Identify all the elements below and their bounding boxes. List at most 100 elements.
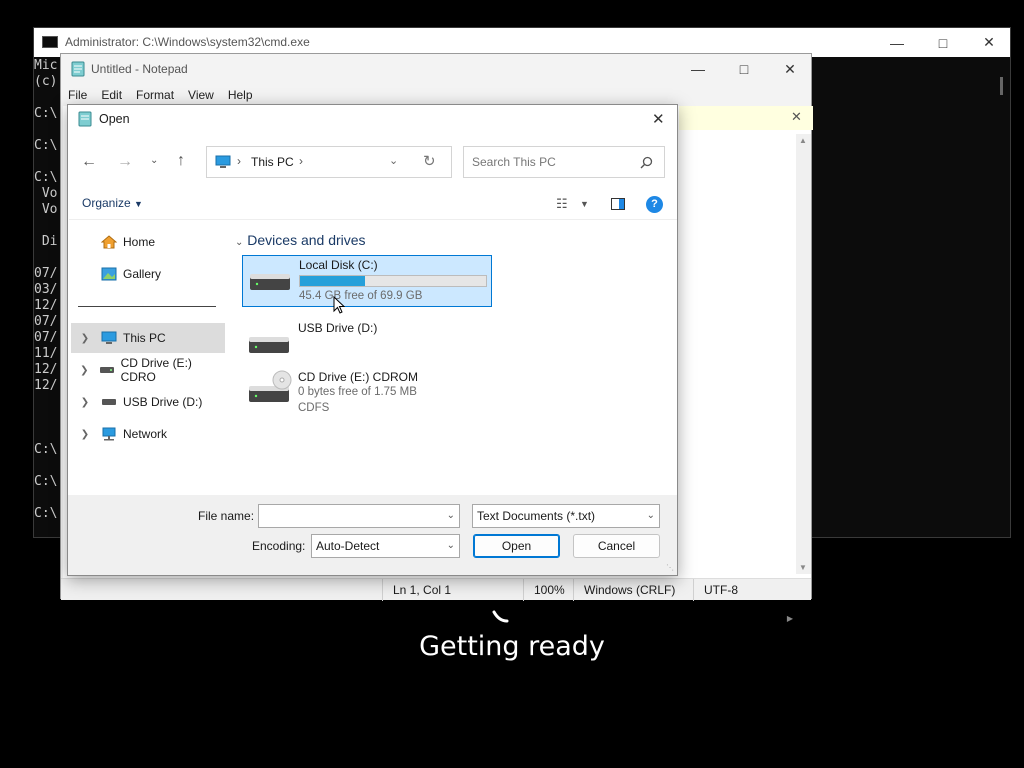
expand-chevron-icon[interactable]: ❯ (71, 365, 98, 376)
cd-drive-icon (98, 365, 117, 375)
close-icon[interactable]: ✕ (652, 110, 665, 128)
vertical-scrollbar[interactable]: ▲ ▼ (796, 134, 811, 574)
close-icon[interactable]: ✕ (966, 28, 1012, 57)
cmd-scrollbar[interactable] (1000, 77, 1003, 95)
chevron-down-icon[interactable]: ⌄ (447, 535, 455, 557)
menu-view[interactable]: View (181, 84, 221, 106)
network-icon (99, 427, 119, 441)
computer-icon (215, 155, 231, 168)
breadcrumb-chevron-icon[interactable]: › (299, 154, 303, 168)
refresh-icon[interactable]: ↻ (423, 152, 436, 170)
drive-filesystem: CDFS (298, 402, 330, 414)
address-bar[interactable]: › This PC › ⌄ ↻ (206, 146, 452, 178)
notepad-menu-bar: File Edit Format View Help (61, 84, 811, 106)
usb-drive-icon (99, 397, 119, 407)
nav-label-cd-drive: CD Drive (E:) CDRO (120, 356, 192, 384)
menu-help[interactable]: Help (221, 84, 260, 106)
expand-chevron-icon[interactable]: ❯ (71, 333, 99, 344)
menu-file[interactable]: File (61, 84, 94, 106)
nav-item-network[interactable]: ❯ Network (71, 419, 225, 449)
breadcrumb-this-pc[interactable]: This PC (251, 155, 294, 169)
encoding-label: Encoding: (252, 539, 306, 553)
drive-item-local-disk[interactable]: Local Disk (C:) 45.4 GB free of 69.9 GB (242, 255, 492, 307)
close-icon[interactable]: ✕ (791, 109, 802, 125)
file-type-select[interactable]: Text Documents (*.txt) ⌄ (472, 504, 660, 528)
breadcrumb-separator-icon: › (237, 154, 241, 168)
organize-label: Organize (82, 196, 131, 210)
help-icon[interactable]: ? (646, 196, 663, 213)
file-name-input[interactable]: ⌄ (258, 504, 460, 528)
menu-format[interactable]: Format (129, 84, 181, 106)
dialog-title-bar: Open ✕ (68, 105, 677, 133)
status-encoding: UTF-8 (693, 579, 813, 601)
nav-item-cd-drive[interactable]: ❯ CD Drive (E:) CDRO (71, 355, 225, 385)
nav-label-home: Home (123, 235, 156, 249)
menu-edit[interactable]: Edit (94, 84, 129, 106)
drive-space: 45.4 GB free of 69.9 GB (299, 290, 423, 302)
notepad-app-icon (78, 111, 92, 127)
getting-ready-text: Getting ready (419, 631, 605, 662)
chevron-down-icon[interactable]: ⌄ (447, 505, 455, 527)
horizontal-scrollbar[interactable]: ▶ (673, 614, 793, 628)
maximize-icon[interactable]: □ (920, 28, 966, 57)
expand-chevron-icon[interactable]: ❯ (71, 397, 99, 408)
drive-space: 0 bytes free of 1.75 MB (298, 386, 417, 398)
up-arrow-icon[interactable]: ↑ (177, 152, 185, 170)
file-name-label: File name: (198, 509, 255, 523)
search-box[interactable]: Search This PC (463, 146, 665, 178)
collapse-chevron-icon[interactable]: ⌄ (235, 237, 243, 248)
minimize-icon[interactable]: — (675, 54, 721, 84)
forward-arrow-icon[interactable]: → (117, 153, 133, 171)
nav-item-this-pc[interactable]: ❯ This PC (71, 323, 225, 353)
scroll-right-icon[interactable]: ▶ (787, 614, 793, 623)
search-icon[interactable] (640, 156, 653, 169)
cd-drive-icon (249, 370, 292, 402)
cmd-title: Administrator: C:\Windows\system32\cmd.e… (65, 35, 310, 49)
status-position: Ln 1, Col 1 (382, 579, 523, 601)
encoding-select[interactable]: Auto-Detect ⌄ (311, 534, 460, 558)
maximize-icon[interactable]: □ (721, 54, 767, 84)
organize-menu[interactable]: Organize ▼ (82, 196, 143, 210)
nav-item-usb-drive[interactable]: ❯ USB Drive (D:) (71, 387, 225, 417)
expand-chevron-icon[interactable]: ❯ (71, 429, 99, 440)
mouse-cursor-icon (333, 296, 345, 314)
drive-name: Local Disk (C:) (299, 258, 378, 272)
drive-name: USB Drive (D:) (298, 321, 378, 335)
drive-item-cd[interactable]: CD Drive (E:) CDROM 0 bytes free of 1.75… (242, 368, 492, 420)
group-label: Devices and drives (247, 232, 366, 248)
resize-grip-icon[interactable]: ⋱ (666, 563, 674, 572)
nav-item-home[interactable]: Home (71, 227, 225, 257)
loading-spinner-icon (492, 610, 509, 623)
nav-label-this-pc: This PC (123, 331, 166, 345)
back-arrow-icon[interactable]: ← (81, 153, 97, 171)
preview-pane-icon[interactable] (611, 198, 625, 210)
drive-item-usb[interactable]: USB Drive (D:) (242, 319, 492, 371)
notepad-title-bar: Untitled - Notepad — □ ✕ (61, 54, 811, 84)
drive-name: CD Drive (E:) CDROM (298, 370, 418, 384)
address-dropdown-icon[interactable]: ⌄ (389, 154, 398, 167)
open-button[interactable]: Open (473, 534, 560, 558)
cancel-button[interactable]: Cancel (573, 534, 660, 558)
dialog-title: Open (99, 112, 130, 126)
chevron-down-icon[interactable]: ⌄ (647, 505, 655, 527)
group-header[interactable]: ⌄ Devices and drives (235, 232, 366, 248)
computer-icon (99, 331, 119, 345)
close-icon[interactable]: ✕ (767, 54, 813, 84)
scroll-down-icon[interactable]: ▼ (799, 563, 807, 572)
nav-item-gallery[interactable]: Gallery (71, 259, 225, 289)
navigation-pane: Home Gallery ❯ This PC ❯ CD Drive (E:) C… (68, 221, 228, 491)
notepad-title: Untitled - Notepad (91, 62, 188, 76)
search-input[interactable]: Search This PC (472, 155, 556, 169)
scroll-up-icon[interactable]: ▲ (799, 136, 807, 145)
view-dropdown-icon[interactable]: ▼ (580, 199, 589, 209)
recent-locations-chevron-icon[interactable]: ⌄ (150, 155, 158, 166)
dropdown-icon: ▼ (134, 199, 143, 209)
view-options-icon[interactable]: ☷ (556, 196, 568, 212)
notepad-status-bar: Ln 1, Col 1 100% Windows (CRLF) UTF-8 (61, 578, 813, 601)
nav-label-network: Network (123, 427, 168, 441)
notepad-app-icon (71, 61, 85, 77)
usb-drive-icon (249, 337, 289, 353)
minimize-icon[interactable]: — (874, 28, 920, 57)
encoding-value: Auto-Detect (316, 539, 380, 553)
drive-usage-bar (299, 275, 487, 287)
